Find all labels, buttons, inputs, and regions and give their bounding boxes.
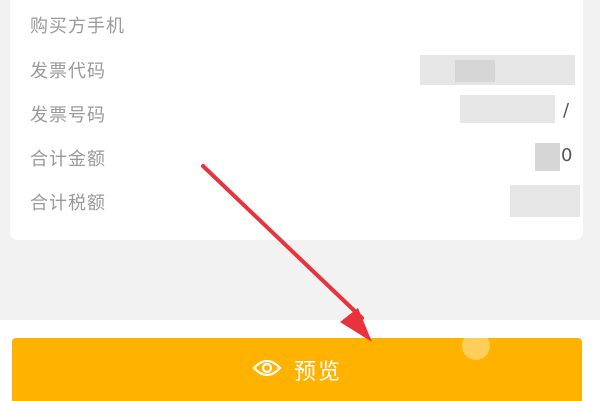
annotation-arrow: [201, 164, 372, 342]
